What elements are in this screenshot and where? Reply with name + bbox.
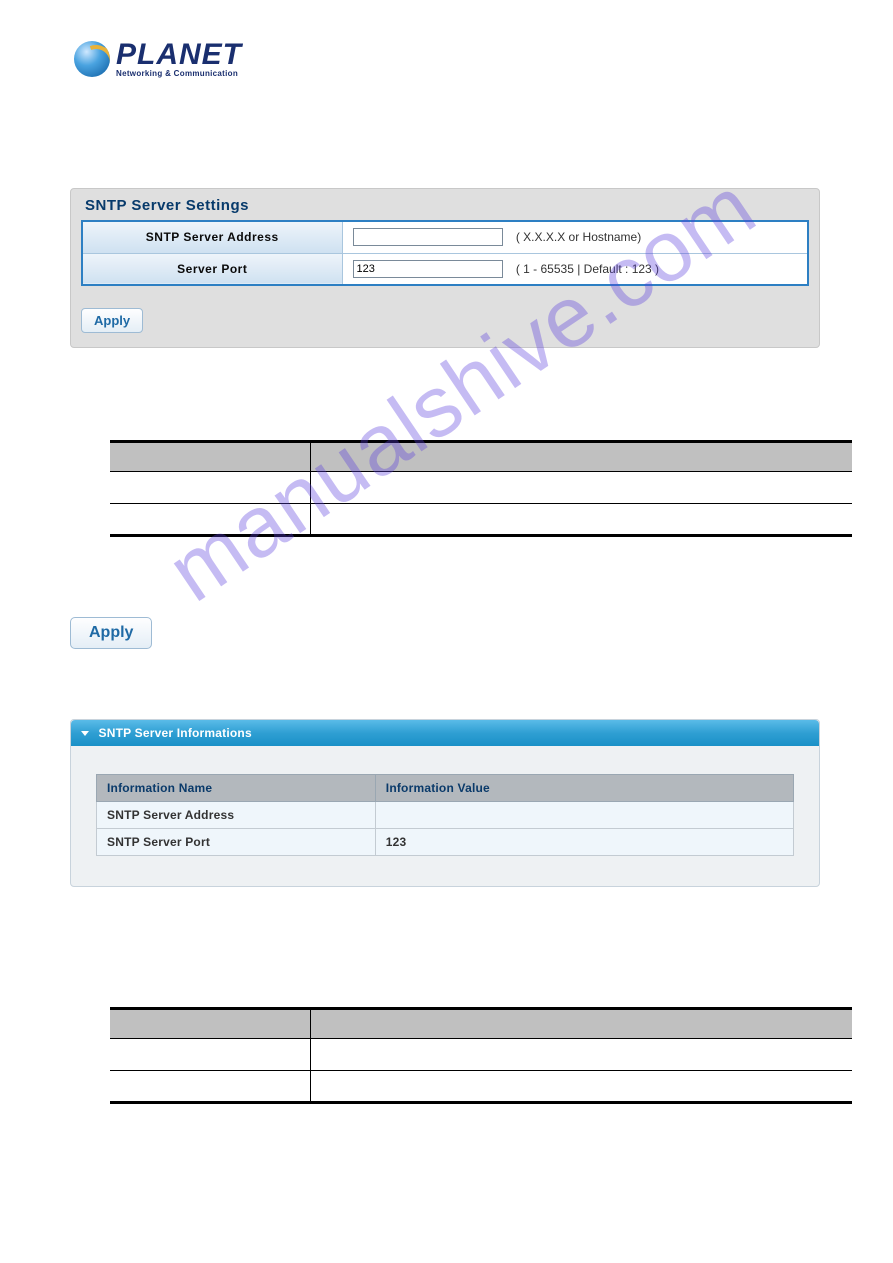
doc-table-2-h1	[110, 1009, 310, 1039]
doc-table-2-r2c1	[110, 1071, 310, 1103]
doc-table-2-h2	[310, 1009, 852, 1039]
value-cell-sntp-address: ( X.X.X.X or Hostname)	[342, 221, 808, 253]
value-cell-server-port: ( 1 - 65535 | Default : 123 )	[342, 253, 808, 285]
info-panel-title: SNTP Server Informations	[99, 726, 252, 740]
hint-server-port: ( 1 - 65535 | Default : 123 )	[516, 262, 659, 276]
apply-button[interactable]: Apply	[81, 308, 143, 333]
info-row-address: SNTP Server Address	[97, 802, 794, 829]
doc-table-2-r2c2	[310, 1071, 852, 1103]
sntp-address-input[interactable]	[353, 228, 503, 246]
globe-icon	[74, 41, 110, 77]
row-sntp-address: SNTP Server Address ( X.X.X.X or Hostnam…	[82, 221, 808, 253]
logo-text: PLANET Networking & Communication	[116, 40, 242, 78]
doc-table-2-r1c1	[110, 1039, 310, 1071]
info-cell-port-value: 123	[375, 829, 793, 856]
row-server-port: Server Port ( 1 - 65535 | Default : 123 …	[82, 253, 808, 285]
server-port-input[interactable]	[353, 260, 503, 278]
logo-brand: PLANET	[116, 40, 242, 70]
doc-table-2	[110, 1007, 852, 1104]
doc-table-1-r1c1	[110, 472, 310, 504]
hint-sntp-address: ( X.X.X.X or Hostname)	[516, 230, 641, 244]
apply-button-2[interactable]: Apply	[70, 617, 152, 649]
doc-table-1-h1	[110, 442, 310, 472]
sntp-settings-panel: SNTP Server Settings SNTP Server Address…	[70, 188, 820, 348]
doc-table-1-r2c1	[110, 504, 310, 536]
info-cell-address-name: SNTP Server Address	[97, 802, 376, 829]
doc-table-2-r1c2	[310, 1039, 852, 1071]
doc-table-1-r1c2	[310, 472, 852, 504]
settings-title: SNTP Server Settings	[71, 189, 819, 220]
info-cell-port-name: SNTP Server Port	[97, 829, 376, 856]
info-row-port: SNTP Server Port 123	[97, 829, 794, 856]
doc-table-1	[110, 440, 852, 537]
chevron-down-icon	[81, 731, 89, 736]
doc-table-1-h2	[310, 442, 852, 472]
sntp-info-panel: SNTP Server Informations Information Nam…	[70, 719, 820, 887]
info-th-name: Information Name	[97, 775, 376, 802]
settings-table: SNTP Server Address ( X.X.X.X or Hostnam…	[81, 220, 809, 286]
info-cell-address-value	[375, 802, 793, 829]
doc-table-1-r2c2	[310, 504, 852, 536]
info-th-value: Information Value	[375, 775, 793, 802]
info-panel-header[interactable]: SNTP Server Informations	[71, 720, 819, 746]
info-table: Information Name Information Value SNTP …	[96, 774, 794, 856]
logo-tagline: Networking & Communication	[116, 70, 242, 78]
label-server-port: Server Port	[82, 253, 342, 285]
brand-logo: PLANET Networking & Communication	[74, 40, 893, 78]
label-sntp-address: SNTP Server Address	[82, 221, 342, 253]
